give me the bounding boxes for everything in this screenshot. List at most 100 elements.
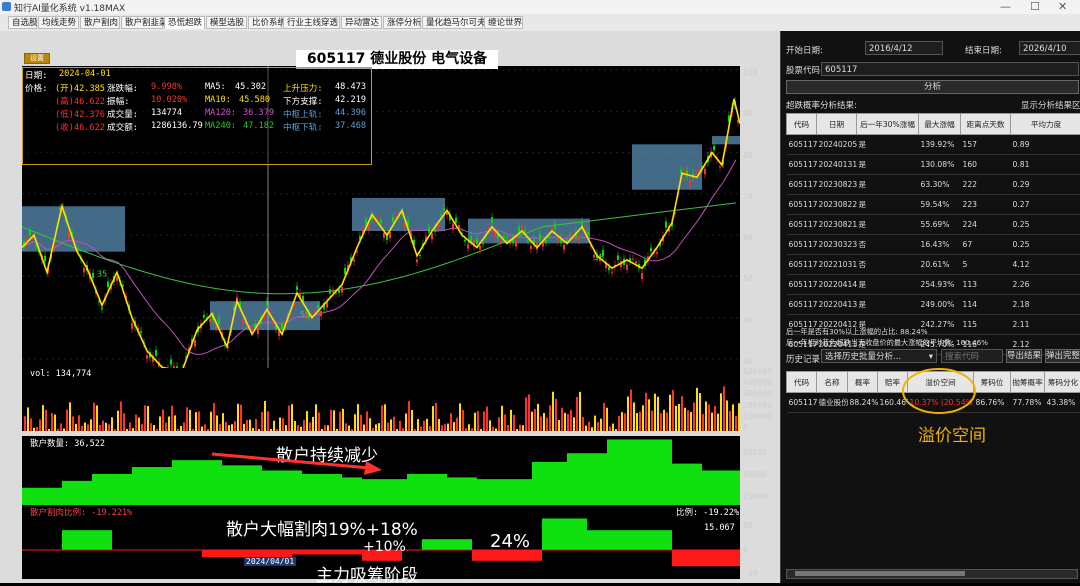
export-button[interactable]: 导出结果: [1006, 349, 1042, 363]
ma10-value: 45.580: [239, 95, 270, 105]
popup-window-button[interactable]: 弹出完整窗口: [1045, 349, 1080, 363]
code-input[interactable]: 605117: [821, 62, 1079, 76]
cut-ratio-right-value: 15.067: [704, 523, 735, 533]
tab-11[interactable]: 缠论世界: [484, 16, 523, 29]
annotation-premium: 溢价空间: [918, 421, 986, 446]
tab-2[interactable]: 散户割肉: [80, 16, 120, 29]
candle-body: [242, 319, 244, 324]
volume-bar: [414, 429, 416, 431]
candle-body: [35, 245, 37, 246]
tab-8[interactable]: 异动雷达: [341, 16, 382, 29]
volume-bar: [384, 404, 386, 431]
volume-bar: [528, 394, 530, 431]
tab-1[interactable]: 均线走势: [38, 16, 79, 29]
summary-col-header[interactable]: 抛筹概率: [1011, 372, 1045, 393]
open-value: (开)42.385: [55, 82, 105, 94]
tab-7[interactable]: 行业主线穿透: [283, 16, 340, 29]
tab-10[interactable]: 量化趋马尔可夫: [422, 16, 483, 29]
table-row[interactable]: 60511720230821是55.69%2240.25: [787, 215, 1080, 235]
volume-bar: [153, 425, 155, 431]
volume-bar: [96, 405, 98, 431]
volume-bar: [420, 426, 422, 431]
table-row[interactable]: 60511720240205是139.92%1570.89: [787, 135, 1080, 155]
candle-body: [383, 233, 385, 238]
volume-bar: [141, 424, 143, 431]
axis-tick-label: 20000: [743, 492, 767, 501]
retail-step: [132, 467, 172, 505]
summary-col-header[interactable]: 概率: [848, 372, 878, 393]
summary-col-header[interactable]: 筹码位: [974, 372, 1011, 393]
volume-bar: [327, 425, 329, 431]
ma5-label: MA5:: [205, 82, 226, 92]
summary-col-header[interactable]: 筹码分化: [1045, 372, 1080, 393]
volume-bar: [312, 417, 314, 431]
volume-bar: [201, 427, 203, 431]
result-col-header[interactable]: 最大涨幅: [919, 114, 961, 135]
volume-bar: [393, 417, 395, 431]
volume-bar: [210, 412, 212, 431]
search-input[interactable]: [941, 349, 1003, 363]
volume-bar: [726, 400, 728, 431]
table-row[interactable]: 60511720220414是254.93%1132.26: [787, 275, 1080, 295]
table-row[interactable]: 60511720240131是130.08%1600.81: [787, 155, 1080, 175]
candle-body: [527, 240, 529, 241]
table-row[interactable]: 60511720220413是249.00%1142.18: [787, 295, 1080, 315]
volume-bar: [717, 414, 719, 431]
minimize-button[interactable]: —: [1000, 0, 1011, 13]
volume-bar: [33, 428, 35, 431]
horizontal-scrollbar[interactable]: [786, 569, 1078, 579]
tab-6[interactable]: 比价系统: [248, 16, 282, 29]
volume-bar: [624, 413, 626, 431]
volume-bar: [207, 429, 209, 431]
up-pressure-label: 上升压力:: [283, 82, 323, 94]
table-row[interactable]: 60511720230823是63.30%2220.29: [787, 175, 1080, 195]
volume-plot[interactable]: [22, 368, 740, 431]
scrollbar-thumb[interactable]: [795, 571, 965, 576]
mid-down-value: 37.468: [335, 121, 366, 131]
annotation-plus10: +10%: [363, 539, 406, 555]
volume-bar: [105, 423, 107, 431]
start-date-input[interactable]: 2016/4/12: [865, 41, 943, 55]
candle-body: [695, 173, 697, 175]
volume-bar: [66, 409, 68, 431]
volume-bar: [225, 422, 227, 431]
axis-tick-label: 0: [743, 423, 748, 432]
summary-col-header[interactable]: 名称: [817, 372, 848, 393]
candle-body: [203, 315, 205, 318]
show-area-label[interactable]: 显示分析结果区域: [1021, 99, 1080, 111]
volume-bar: [102, 421, 104, 431]
summary-col-header[interactable]: 代码: [787, 372, 817, 393]
result-col-header[interactable]: 平均力度: [1011, 114, 1080, 135]
result-col-header[interactable]: 距离点天数: [961, 114, 1011, 135]
candle-body: [626, 265, 628, 270]
axis-tick-label: 0: [743, 545, 748, 554]
end-date-input[interactable]: 2026/4/10: [1019, 41, 1080, 55]
history-select[interactable]: 选择历史批量分析...▾: [821, 349, 937, 363]
price-label: 价格:: [25, 82, 47, 94]
tab-9[interactable]: 涨停分析: [383, 16, 421, 29]
summary-cell: 43.38%: [1045, 393, 1080, 413]
volume-bar: [651, 411, 653, 431]
volume-bar: [126, 429, 128, 431]
table-cell: 20220413: [817, 295, 857, 315]
maximize-button[interactable]: ☐: [1030, 0, 1040, 13]
volume-bar: [468, 424, 470, 431]
volume-bar: [318, 412, 320, 431]
analyze-button[interactable]: 分析: [786, 80, 1079, 94]
candle-body: [719, 166, 721, 167]
close-button[interactable]: ✕: [1058, 0, 1067, 13]
volume-bar: [588, 422, 590, 431]
result-col-header[interactable]: 代码: [787, 114, 817, 135]
table-row[interactable]: 60511720230822是59.54%2230.27: [787, 195, 1080, 215]
tab-3[interactable]: 散户割韭菜: [121, 16, 163, 29]
settings-button[interactable]: 设置: [24, 53, 50, 64]
table-row[interactable]: 60511720230323否16.43%670.25: [787, 235, 1080, 255]
result-col-header[interactable]: 日期: [817, 114, 857, 135]
tab-5[interactable]: 模型选股: [206, 16, 247, 29]
table-cell: 605117: [787, 195, 817, 215]
tab-0[interactable]: 自选股: [8, 16, 37, 29]
result-col-header[interactable]: 后一年30%涨幅: [857, 114, 919, 135]
tab-4[interactable]: 恐慌超跌: [164, 16, 205, 29]
volume-bar: [435, 403, 437, 431]
table-row[interactable]: 60511720221031否20.61%54.12: [787, 255, 1080, 275]
